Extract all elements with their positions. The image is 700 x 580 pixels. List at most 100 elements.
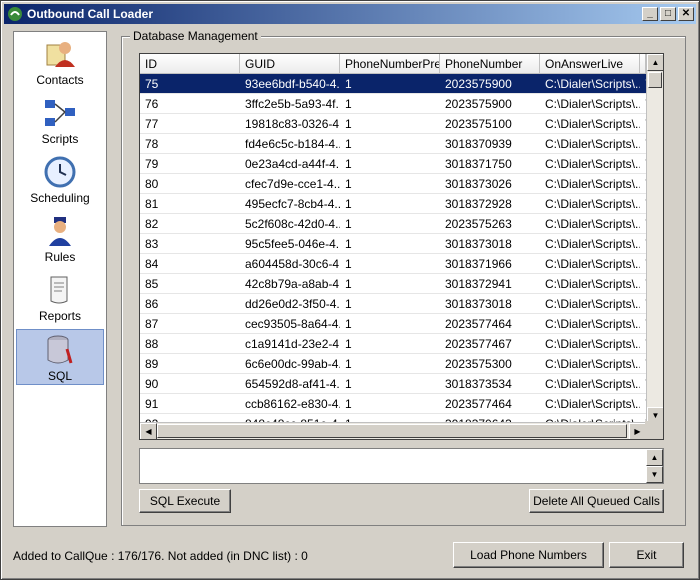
table-cell: 85 [145,277,159,291]
table-cell: 81 [145,197,159,211]
table-cell: 6c6e00dc-99ab-4... [245,357,340,371]
contacts-icon [46,42,75,67]
exit-button[interactable]: Exit [609,542,684,568]
vertical-scrollbar[interactable]: ▲ ▼ [646,54,663,424]
table-cell: C:\Dialer\Scripts\... [545,157,640,171]
table-cell: 76 [145,97,159,111]
table-cell: C:\Dialer\Scripts\... [545,217,640,231]
table-row[interactable]: 90 654592d8-af41-4... 1 3018373534 C:\Dialer… [140,374,646,394]
table-cell: 2023575263 [445,217,512,231]
table-cell: 1 [345,217,352,231]
delete-all-queued-calls-button[interactable]: Delete All Queued Calls [529,489,664,513]
scroll-down-button[interactable]: ▼ [646,466,663,483]
sql-execute-button[interactable]: SQL Execute [139,489,231,513]
table-row[interactable]: 83 95c5fee5-046e-4... 1 3018373018 C:\Dialer… [140,234,646,254]
load-phone-numbers-button[interactable]: Load Phone Numbers [453,542,604,568]
table-row[interactable]: 81 495ecfc7-8cb4-4... 1 3018372928 C:\Dialer… [140,194,646,214]
table-cell: 3ffc2e5b-5a93-4f... [245,97,340,111]
table-cell: 1 [345,257,352,271]
table-row[interactable]: 75 93ee6bdf-b540-4... 1 2023575900 C:\Dialer… [140,74,646,94]
column-header-on-answer-live[interactable]: OnAnswerLive [540,54,640,74]
sidebar-item-reports[interactable]: Reports [16,270,104,326]
table-row[interactable]: 89 6c6e00dc-99ab-4... 1 2023575300 C:\Dialer… [140,354,646,374]
table-cell: 1 [345,337,352,351]
grid-header: ID GUID PhoneNumberPrefix PhoneNumber On… [140,54,646,74]
table-cell: a604458d-30c6-4... [245,257,340,271]
scroll-up-button[interactable]: ▲ [646,449,663,466]
scroll-up-button[interactable]: ▲ [647,54,663,71]
table-cell: 3018373018 [445,297,512,311]
sql-input-scrollbar[interactable]: ▲ ▼ [646,449,663,483]
table-cell: 75 [145,77,159,91]
table-cell: C:\Dialer\Scripts\... [545,337,640,351]
maximize-button[interactable]: □ [660,7,676,21]
minimize-button[interactable]: _ [642,7,658,21]
sidebar-item-rules[interactable]: Rules [16,211,104,267]
table-cell: 2023575300 [445,357,512,371]
table-cell: 1 [345,117,352,131]
table-cell: 654592d8-af41-4... [245,377,340,391]
reports-icon [50,276,68,304]
table-row[interactable]: 78 fd4e6c5c-b184-4... 1 3018370939 C:\Dialer… [140,134,646,154]
table-cell: 80 [145,177,159,191]
table-row[interactable]: 84 a604458d-30c6-4... 1 3018371966 C:\Dialer… [140,254,646,274]
table-cell: C:\Dialer\Scripts\... [545,177,640,191]
table-cell: fd4e6c5c-b184-4... [245,137,340,151]
column-header-phone-number[interactable]: PhoneNumber [440,54,540,74]
column-header-guid[interactable]: GUID [240,54,340,74]
scroll-right-button[interactable]: ▶ [629,423,646,439]
grid-rows: 75 93ee6bdf-b540-4... 1 2023575900 C:\Dialer… [140,74,646,423]
horizontal-scrollbar[interactable]: ◀ ▶ [140,422,646,439]
scroll-left-button[interactable]: ◀ [140,423,157,439]
sidebar-item-sql[interactable]: SQL [16,329,104,385]
sidebar: Contacts Scripts Scheduling Rules Report… [13,31,107,527]
close-button[interactable]: ✕ [678,7,694,21]
table-row[interactable]: 86 dd26e0d2-3f50-4... 1 3018373018 C:\Dialer… [140,294,646,314]
table-cell: 1 [345,97,352,111]
table-cell: 1 [345,137,352,151]
table-cell: C:\Dialer\Scripts\... [545,117,640,131]
table-cell: C:\Dialer\Scripts\... [545,197,640,211]
column-header-id[interactable]: ID [140,54,240,74]
table-cell: 3018372941 [445,277,512,291]
scroll-thumb[interactable] [648,72,662,88]
table-row[interactable]: 79 0e23a4cd-a44f-4... 1 3018371750 C:\Dialer… [140,154,646,174]
table-cell: C:\Dialer\Scripts\... [545,297,640,311]
table-cell: C:\Dialer\Scripts\... [545,257,640,271]
table-cell: 88 [145,337,159,351]
table-cell: 79 [145,157,159,171]
table-cell: 1 [345,77,352,91]
table-cell: 93ee6bdf-b540-4... [245,77,340,91]
sidebar-item-label: Scripts [41,132,79,146]
sidebar-item-label: SQL [47,369,72,383]
table-row[interactable]: 91 ccb86162-e830-4... 1 2023577464 C:\Dialer… [140,394,646,414]
table-row[interactable]: 88 c1a9141d-23e2-4... 1 2023577467 C:\Dialer… [140,334,646,354]
table-cell: 2023577467 [445,337,512,351]
table-row[interactable]: 76 3ffc2e5b-5a93-4f... 1 2023575900 C:\Diale… [140,94,646,114]
table-cell: cec93505-8a64-4... [245,317,340,331]
scroll-corner [645,421,663,439]
sidebar-item-scripts[interactable]: Scripts [16,93,104,149]
sidebar-item-scheduling[interactable]: Scheduling [16,152,104,208]
table-cell: 5c2f608c-42d0-4... [245,217,340,231]
table-cell: 1 [345,377,352,391]
table-cell: 90 [145,377,159,391]
sql-input[interactable]: ▲ ▼ [139,448,664,484]
table-row[interactable]: 80 cfec7d9e-cce1-4... 1 3018373026 C:\Dialer… [140,174,646,194]
column-header-phone-prefix[interactable]: PhoneNumberPrefix [340,54,440,74]
table-row[interactable]: 85 42c8b79a-a8ab-4... 1 3018372941 C:\Dialer… [140,274,646,294]
title-bar[interactable]: Outbound Call Loader _ □ ✕ [4,4,696,24]
main-window: Outbound Call Loader _ □ ✕ Contacts Scri… [0,0,700,580]
data-grid[interactable]: ID GUID PhoneNumberPrefix PhoneNumber On… [139,53,664,440]
table-cell: 19818c83-0326-4... [245,117,340,131]
table-cell: 87 [145,317,159,331]
scroll-thumb[interactable] [157,424,627,438]
table-cell: C:\Dialer\Scripts\... [545,97,640,111]
table-cell: 3018373018 [445,237,512,251]
sidebar-item-contacts[interactable]: Contacts [16,34,104,90]
table-row[interactable]: 87 cec93505-8a64-4... 1 2023577464 C:\Dialer… [140,314,646,334]
table-cell: C:\Dialer\Scripts\... [545,317,640,331]
table-row[interactable]: 82 5c2f608c-42d0-4... 1 2023575263 C:\Dialer… [140,214,646,234]
table-cell: 3018373026 [445,177,512,191]
table-row[interactable]: 77 19818c83-0326-4... 1 2023575100 C:\Dialer… [140,114,646,134]
